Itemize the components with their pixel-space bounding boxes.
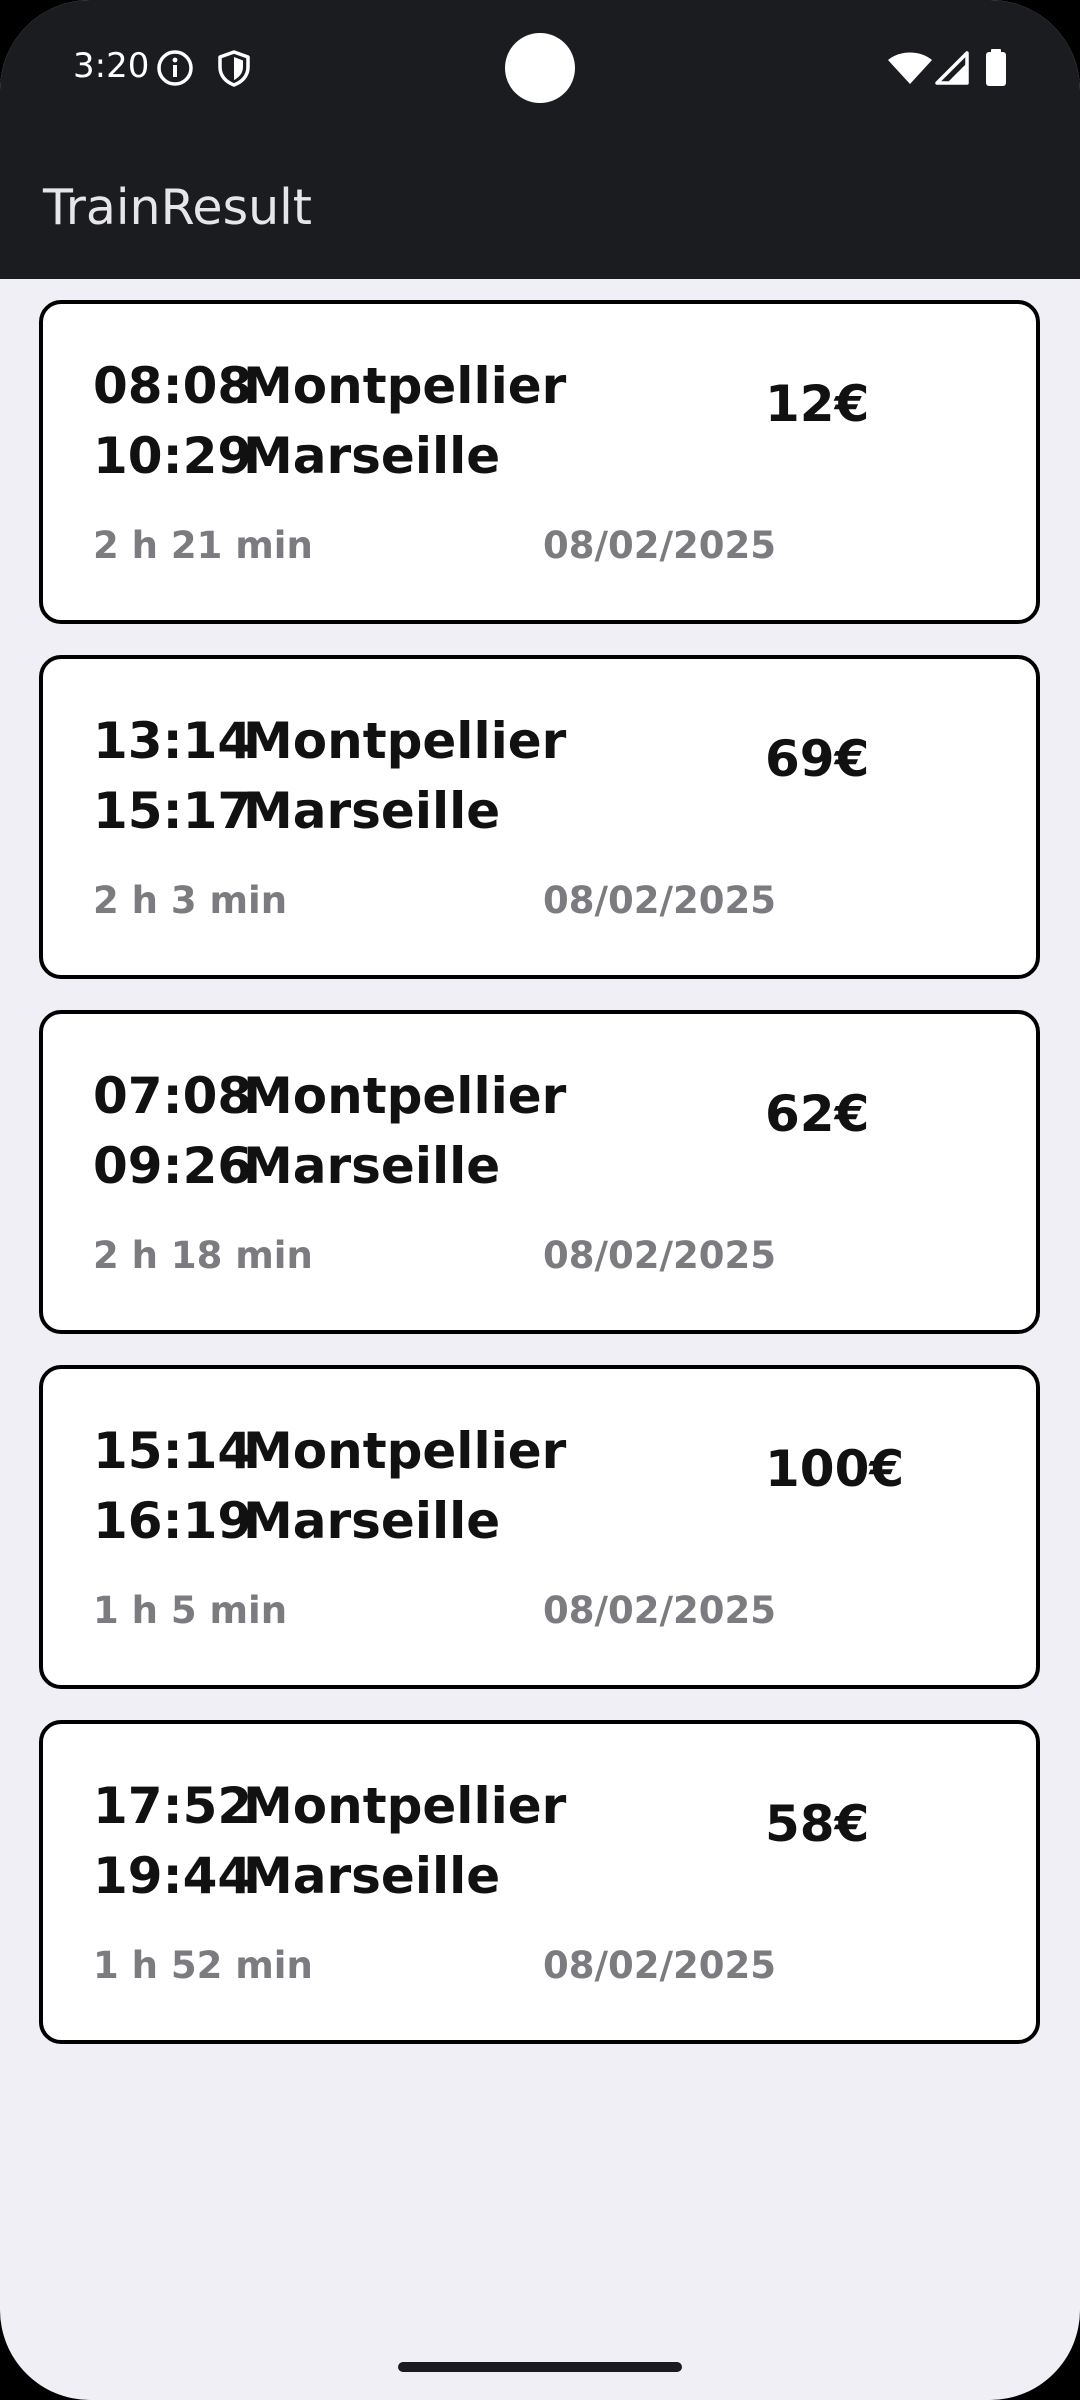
arrival-row: 10:29Marseille bbox=[93, 426, 500, 486]
ticket-price: 100€ bbox=[765, 1440, 905, 1498]
train-result-card[interactable]: 15:14Montpellier 16:19Marseille 100€ 1 h… bbox=[39, 1365, 1040, 1689]
arrival-station: Marseille bbox=[243, 427, 501, 485]
departure-station: Montpellier bbox=[243, 1777, 567, 1835]
battery-icon bbox=[984, 48, 1008, 88]
info-icon bbox=[155, 48, 195, 88]
ticket-price: 62€ bbox=[765, 1085, 870, 1143]
arrival-station: Marseille bbox=[243, 1847, 501, 1905]
trip-duration: 1 h 52 min bbox=[93, 1944, 313, 1987]
departure-time: 17:52 bbox=[93, 1777, 253, 1835]
departure-station: Montpellier bbox=[243, 712, 567, 770]
arrival-time: 10:29 bbox=[93, 427, 253, 485]
arrival-station: Marseille bbox=[243, 1492, 501, 1550]
trip-duration: 2 h 18 min bbox=[93, 1234, 313, 1277]
trip-duration: 2 h 3 min bbox=[93, 879, 288, 922]
home-gesture-bar[interactable] bbox=[398, 2362, 682, 2372]
departure-station: Montpellier bbox=[243, 1422, 567, 1480]
departure-station: Montpellier bbox=[243, 1067, 567, 1125]
trip-date: 08/02/2025 bbox=[543, 879, 776, 922]
trip-duration: 2 h 21 min bbox=[93, 524, 313, 567]
train-result-card[interactable]: 17:52Montpellier 19:44Marseille 58€ 1 h … bbox=[39, 1720, 1040, 2044]
departure-time: 08:08 bbox=[93, 357, 253, 415]
train-result-list[interactable]: 08:08Montpellier 10:29Marseille 12€ 2 h … bbox=[39, 300, 1040, 2075]
departure-time: 13:14 bbox=[93, 712, 253, 770]
wifi-icon bbox=[886, 48, 934, 88]
status-time: 3:20 bbox=[73, 46, 150, 86]
shield-icon bbox=[214, 48, 254, 88]
arrival-row: 19:44Marseille bbox=[93, 1846, 500, 1906]
top-app-bar: 3:20 TrainResult bbox=[0, 0, 1080, 279]
departure-row: 08:08Montpellier bbox=[93, 356, 566, 416]
trip-date: 08/02/2025 bbox=[543, 1944, 776, 1987]
trip-date: 08/02/2025 bbox=[543, 1234, 776, 1277]
phone-screen: 3:20 TrainResult 08:08Montpellier 10:29M… bbox=[0, 0, 1080, 2400]
arrival-row: 09:26Marseille bbox=[93, 1136, 500, 1196]
ticket-price: 12€ bbox=[765, 375, 870, 433]
arrival-row: 16:19Marseille bbox=[93, 1491, 500, 1551]
arrival-station: Marseille bbox=[243, 782, 501, 840]
trip-date: 08/02/2025 bbox=[543, 1589, 776, 1632]
departure-row: 07:08Montpellier bbox=[93, 1066, 566, 1126]
departure-row: 15:14Montpellier bbox=[93, 1421, 566, 1481]
camera-cutout bbox=[505, 33, 575, 103]
train-result-card[interactable]: 13:14Montpellier 15:17Marseille 69€ 2 h … bbox=[39, 655, 1040, 979]
arrival-time: 19:44 bbox=[93, 1847, 253, 1905]
departure-station: Montpellier bbox=[243, 357, 567, 415]
train-result-card[interactable]: 08:08Montpellier 10:29Marseille 12€ 2 h … bbox=[39, 300, 1040, 624]
departure-time: 15:14 bbox=[93, 1422, 253, 1480]
trip-date: 08/02/2025 bbox=[543, 524, 776, 567]
arrival-time: 16:19 bbox=[93, 1492, 253, 1550]
ticket-price: 58€ bbox=[765, 1795, 870, 1853]
arrival-row: 15:17Marseille bbox=[93, 781, 500, 841]
arrival-station: Marseille bbox=[243, 1137, 501, 1195]
departure-row: 13:14Montpellier bbox=[93, 711, 566, 771]
departure-row: 17:52Montpellier bbox=[93, 1776, 566, 1836]
arrival-time: 09:26 bbox=[93, 1137, 253, 1195]
train-result-card[interactable]: 07:08Montpellier 09:26Marseille 62€ 2 h … bbox=[39, 1010, 1040, 1334]
trip-duration: 1 h 5 min bbox=[93, 1589, 288, 1632]
arrival-time: 15:17 bbox=[93, 782, 253, 840]
cellular-signal-icon bbox=[934, 48, 974, 88]
departure-time: 07:08 bbox=[93, 1067, 253, 1125]
app-title: TrainResult bbox=[43, 179, 312, 236]
ticket-price: 69€ bbox=[765, 730, 870, 788]
